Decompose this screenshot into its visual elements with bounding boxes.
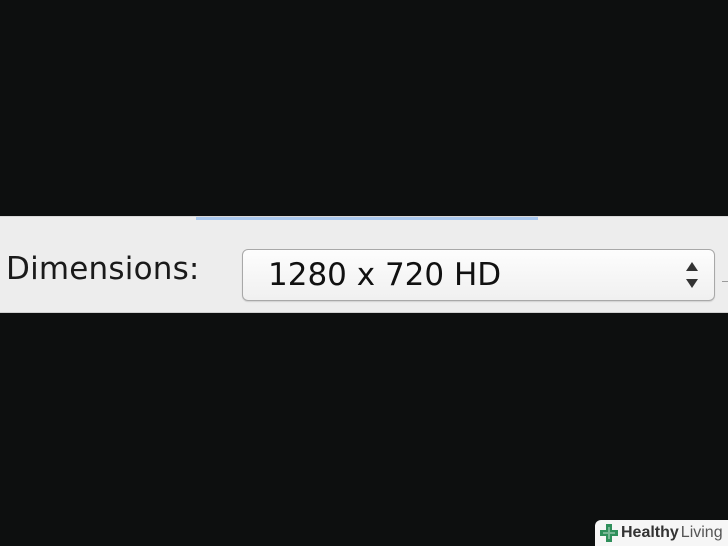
plus-cross-icon [600,524,618,542]
watermark-brand-light: Living [680,524,723,541]
dimensions-label: Dimensions: [6,251,200,287]
watermark-logo: Healthy Living [595,520,728,546]
up-down-arrows-icon [684,260,700,290]
divider [722,281,728,282]
focus-highlight [196,217,538,220]
dimensions-selected-value: 1280 x 720 HD [268,257,502,293]
export-settings-panel: Dimensions: 1280 x 720 HD [0,216,728,313]
dimensions-popup-button[interactable]: 1280 x 720 HD [242,249,715,301]
watermark-brand-bold: Healthy [621,524,679,541]
